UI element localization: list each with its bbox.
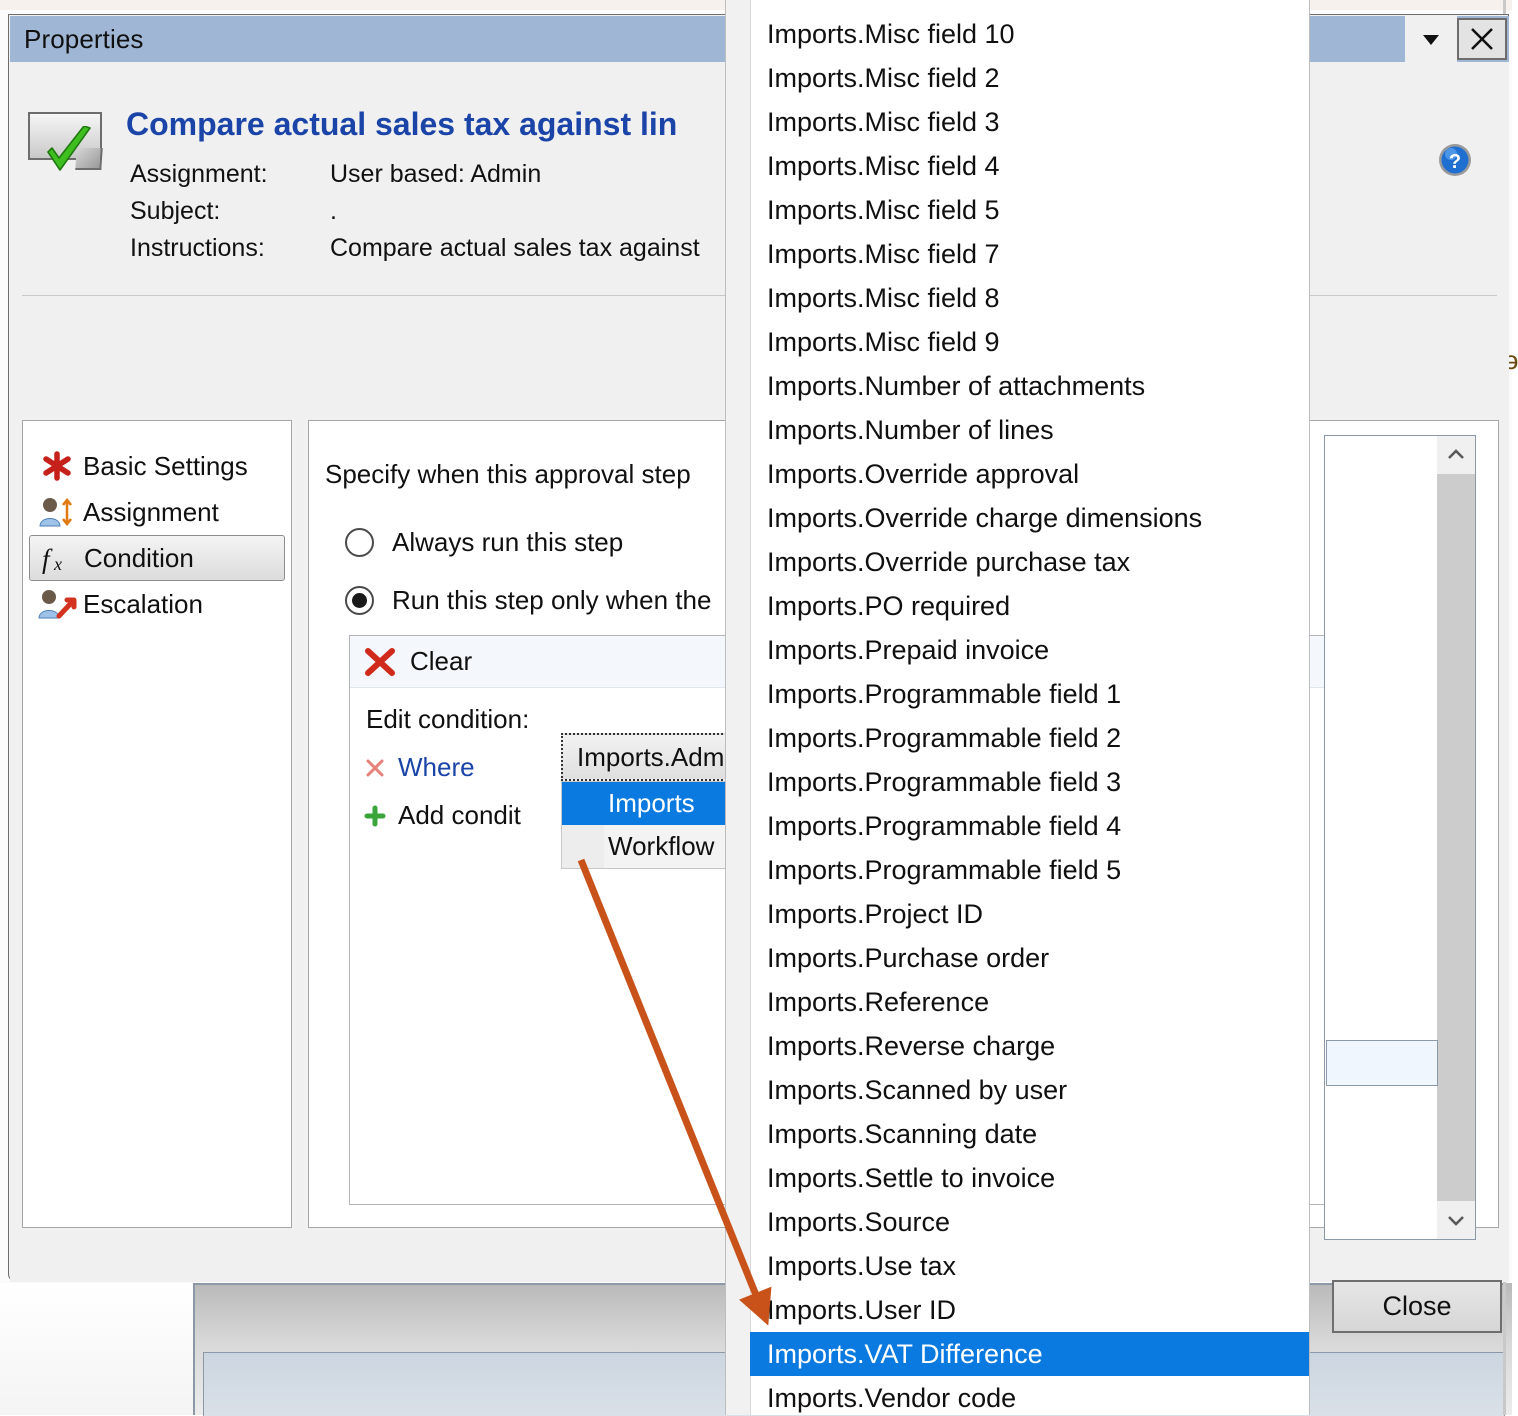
list-item[interactable]: Imports.Source [750,1200,1309,1244]
list-item[interactable]: Imports.Misc field 7 [750,232,1309,276]
background-window-outer-edge [1512,0,1518,1415]
list-item[interactable]: Imports.Scanned by user [750,1068,1309,1112]
list-item[interactable]: Imports.PO required [750,584,1309,628]
settings-nav-panel: Basic Settings Assignment f x Condition … [22,420,292,1228]
meta-subject-label: Subject: [130,197,221,225]
list-item[interactable]: Imports.Misc field 3 [750,100,1309,144]
list-item[interactable]: Imports.Programmable field 5 [750,848,1309,892]
list-item[interactable]: Imports.Number of lines [750,408,1309,452]
nav-item-basic-settings[interactable]: Basic Settings [29,443,285,489]
svg-text:f: f [42,544,53,574]
list-item[interactable]: Imports.Prepaid invoice [750,628,1309,672]
user-assign-icon [37,494,77,530]
secondary-list-scrollbar[interactable] [1437,436,1475,1239]
close-button-label: Close [1382,1291,1452,1321]
list-item[interactable]: Imports.Vendor code [750,1376,1309,1415]
list-item[interactable]: Imports.Use tax [750,1244,1309,1288]
list-item[interactable]: Imports.Purchase order [750,936,1309,980]
nav-item-basic-settings-label: Basic Settings [83,450,248,481]
list-item-partial[interactable] [750,0,1309,12]
add-condition-link[interactable]: Add condit [398,800,521,831]
function-fx-icon: f x [38,540,78,576]
radio-conditional-run[interactable]: Run this step only when the [345,585,711,616]
context-menu-item-workflow-label: Workflow [608,831,715,861]
where-link[interactable]: Where [398,752,475,783]
meta-instructions-value: Compare actual sales tax against [330,234,700,262]
context-menu-item-imports-label: Imports [608,788,695,818]
red-x-icon [365,647,395,676]
dialog-title: Properties [24,23,144,54]
asterisk-icon [37,448,77,484]
chevron-down-icon [1423,35,1439,45]
scroll-down-button[interactable] [1437,1201,1475,1239]
document-approved-icon [24,112,103,178]
svg-text:x: x [53,554,62,574]
background-app-left-pane [0,1283,195,1415]
list-item[interactable]: Imports.Settle to invoice [750,1156,1309,1200]
field-dropdown-list[interactable]: Imports.Misc field 10 Imports.Misc field … [725,0,1310,1415]
list-item[interactable]: Imports.Misc field 9 [750,320,1309,364]
page-title: Compare actual sales tax against lin [126,106,678,142]
meta-assignment-value: User based: Admin [330,160,542,188]
list-item[interactable]: Imports.Misc field 4 [750,144,1309,188]
meta-subject: Subject:. [130,197,337,226]
edit-condition-label: Edit condition: [366,704,530,734]
close-window-button[interactable] [1457,18,1507,60]
list-item[interactable]: Imports.Misc field 10 [750,12,1309,56]
condition-intro-text: Specify when this approval step [325,459,691,489]
list-item[interactable]: Imports.Override approval [750,452,1309,496]
radio-conditional-run-label: Run this step only when the [392,585,712,615]
nav-item-escalation[interactable]: Escalation [29,581,285,627]
nav-item-condition-label: Condition [84,542,194,573]
list-item[interactable]: Imports.VAT Difference [750,1332,1309,1376]
list-item[interactable]: Imports.Programmable field 3 [750,760,1309,804]
dropdown-gutter [726,0,751,1415]
list-item[interactable]: Imports.Misc field 2 [750,56,1309,100]
radio-conditional-run-button[interactable] [345,586,374,615]
list-item[interactable]: Imports.User ID [750,1288,1309,1332]
list-item[interactable]: Imports.Override purchase tax [750,540,1309,584]
nav-item-escalation-label: Escalation [83,588,203,619]
clear-label: Clear [410,646,473,676]
list-item[interactable]: Imports.Scanning date [750,1112,1309,1156]
remove-condition-icon[interactable] [362,755,388,781]
meta-instructions: Instructions: Compare actual sales tax ag… [130,234,700,263]
nav-item-condition[interactable]: f x Condition [29,535,285,581]
radio-always-run-label: Always run this step [392,527,624,557]
radio-always-run-button[interactable] [345,528,374,557]
list-item[interactable]: Imports.Misc field 8 [750,276,1309,320]
chevron-up-icon [1448,449,1464,459]
green-check-icon [47,126,91,171]
condition-where-row: Where [362,752,475,783]
meta-instructions-label: Instructions: [130,234,265,262]
help-icon[interactable]: ? [1437,142,1473,178]
meta-assignment: Assignment: User based: Admin [130,160,541,189]
list-item[interactable]: Imports.Programmable field 1 [750,672,1309,716]
plus-icon[interactable] [362,803,388,829]
list-item[interactable]: Imports.Reference [750,980,1309,1024]
list-item[interactable]: Imports.Misc field 5 [750,188,1309,232]
close-icon [1471,28,1493,50]
list-item[interactable]: Imports.Number of attachments [750,364,1309,408]
chevron-down-icon [1448,1216,1464,1226]
list-item[interactable]: Imports.Project ID [750,892,1309,936]
dropdown-items-container: Imports.Misc field 10 Imports.Misc field … [750,0,1309,1415]
titlebar-dropdown-button[interactable] [1405,16,1457,62]
secondary-list-selected-row[interactable] [1326,1040,1438,1086]
close-button[interactable]: Close [1332,1280,1502,1333]
scroll-up-button[interactable] [1437,436,1475,474]
list-item[interactable]: Imports.Programmable field 4 [750,804,1309,848]
nav-item-assignment[interactable]: Assignment [29,489,285,535]
condition-add-row: Add condit [362,800,521,831]
nav-item-assignment-label: Assignment [83,496,219,527]
list-item[interactable]: Imports.Programmable field 2 [750,716,1309,760]
list-item[interactable]: Imports.Reverse charge [750,1024,1309,1068]
list-item[interactable]: Imports.Override charge dimensions [750,496,1309,540]
secondary-list-panel [1324,435,1476,1240]
radio-always-run[interactable]: Always run this step [345,527,623,558]
svg-text:?: ? [1449,151,1461,173]
meta-subject-value: . [330,197,337,225]
user-escalate-icon [37,586,77,622]
meta-assignment-label: Assignment: [130,160,268,188]
